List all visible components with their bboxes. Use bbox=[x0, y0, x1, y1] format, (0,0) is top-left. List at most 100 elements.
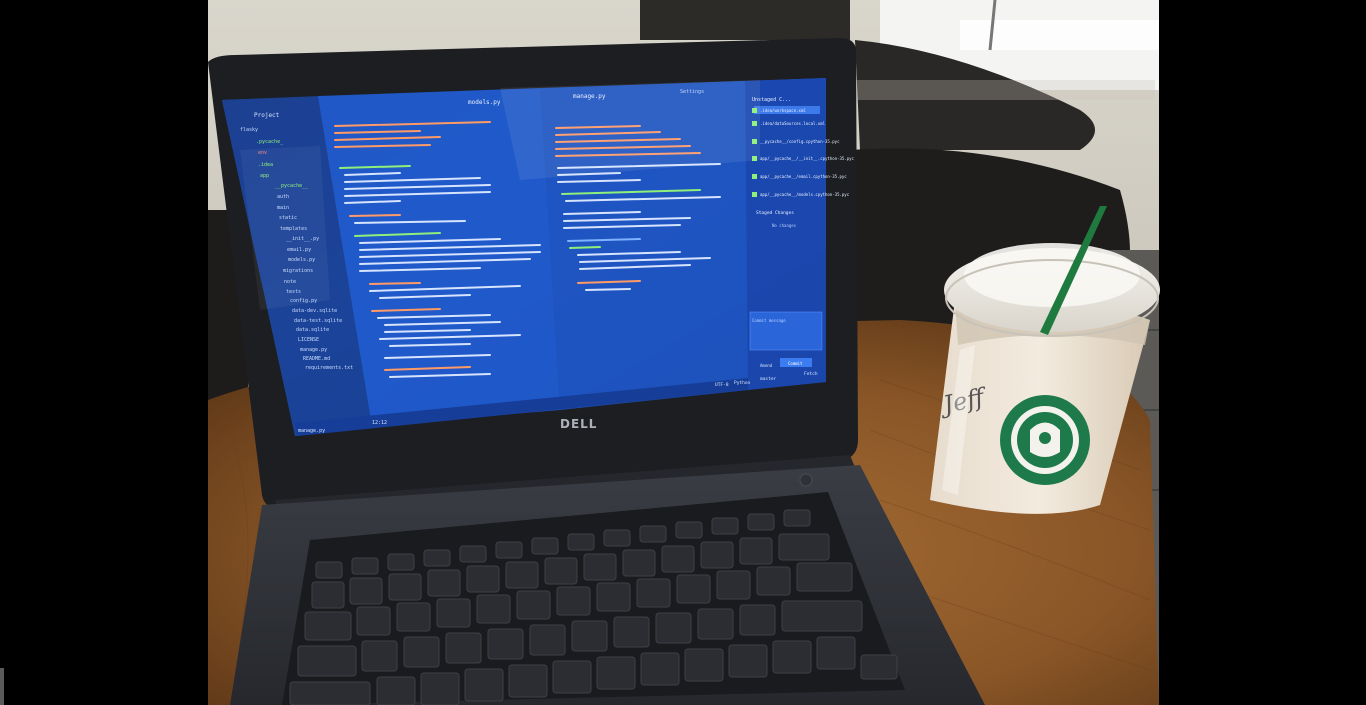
key[interactable] bbox=[756, 566, 791, 596]
key[interactable] bbox=[716, 570, 751, 600]
key[interactable] bbox=[571, 620, 608, 652]
key[interactable] bbox=[816, 636, 856, 670]
key[interactable] bbox=[315, 561, 343, 579]
key[interactable] bbox=[739, 537, 773, 565]
key[interactable] bbox=[675, 521, 703, 539]
file-icon bbox=[752, 192, 757, 197]
right-black-bar bbox=[1159, 0, 1366, 705]
key[interactable] bbox=[495, 541, 523, 559]
key[interactable] bbox=[613, 616, 650, 648]
key[interactable] bbox=[622, 549, 656, 577]
key[interactable] bbox=[436, 598, 471, 628]
key[interactable] bbox=[420, 672, 460, 705]
key[interactable] bbox=[387, 553, 415, 571]
key[interactable] bbox=[747, 513, 775, 531]
key[interactable] bbox=[596, 656, 636, 690]
key[interactable] bbox=[487, 628, 524, 660]
photo: Project flasky .pycache_ env .idea app _… bbox=[0, 0, 1366, 705]
tab-models[interactable]: models.py bbox=[468, 99, 501, 106]
dell-logo: DELL bbox=[560, 417, 597, 431]
key[interactable] bbox=[728, 644, 768, 678]
git-file[interactable]: app/__pycache__/email.cpython-35.pyc bbox=[760, 174, 847, 179]
commit-button-label: Commit bbox=[788, 361, 803, 366]
file-icon bbox=[752, 174, 757, 179]
key[interactable] bbox=[304, 611, 352, 641]
key[interactable] bbox=[552, 660, 592, 694]
tree-item: manage.py bbox=[300, 347, 327, 353]
key[interactable] bbox=[531, 537, 559, 555]
key[interactable] bbox=[361, 640, 398, 672]
tree-item: requirements.txt bbox=[305, 365, 353, 371]
key[interactable] bbox=[466, 565, 500, 593]
key[interactable] bbox=[403, 636, 440, 668]
key[interactable] bbox=[427, 569, 461, 597]
left-edge-strip bbox=[0, 668, 4, 705]
git-file[interactable]: app/__pycache__/__init__.cpython-35.pyc bbox=[760, 156, 855, 161]
key[interactable] bbox=[639, 525, 667, 543]
git-file[interactable]: .idea/dataSources.local.xml bbox=[760, 121, 826, 126]
tree-item: .pycache_ bbox=[256, 139, 284, 145]
key[interactable] bbox=[739, 604, 776, 636]
tree-item: README.md bbox=[303, 356, 330, 362]
key[interactable] bbox=[445, 632, 482, 664]
key[interactable] bbox=[423, 549, 451, 567]
key[interactable] bbox=[297, 645, 357, 677]
key[interactable] bbox=[772, 640, 812, 674]
key[interactable] bbox=[556, 586, 591, 616]
key[interactable] bbox=[349, 577, 383, 605]
key[interactable] bbox=[596, 582, 631, 612]
key[interactable] bbox=[476, 594, 511, 624]
tree-item: flasky bbox=[240, 127, 258, 133]
cup-lid-dome bbox=[964, 243, 1140, 307]
key[interactable] bbox=[700, 541, 734, 569]
git-file[interactable]: .idea/workspace.xml bbox=[760, 108, 806, 113]
left-black-bar bbox=[0, 0, 208, 705]
key[interactable] bbox=[603, 529, 631, 547]
tree-item: data-dev.sqlite bbox=[292, 308, 337, 314]
key[interactable] bbox=[860, 654, 898, 680]
status-file: manage.py bbox=[298, 428, 325, 434]
status-encoding: UTF-8 bbox=[715, 382, 729, 388]
key[interactable] bbox=[783, 509, 811, 527]
key[interactable] bbox=[508, 664, 548, 698]
key[interactable] bbox=[781, 600, 863, 632]
key[interactable] bbox=[778, 533, 830, 561]
key[interactable] bbox=[376, 676, 416, 705]
key[interactable] bbox=[516, 590, 551, 620]
key[interactable] bbox=[583, 553, 617, 581]
key[interactable] bbox=[289, 681, 371, 705]
key[interactable] bbox=[464, 668, 504, 702]
key[interactable] bbox=[567, 533, 595, 551]
key[interactable] bbox=[684, 648, 724, 682]
key[interactable] bbox=[655, 612, 692, 644]
key[interactable] bbox=[661, 545, 695, 573]
status-fetch[interactable]: Fetch bbox=[804, 371, 818, 377]
key[interactable] bbox=[459, 545, 487, 563]
key[interactable] bbox=[636, 578, 671, 608]
status-language: Python bbox=[734, 380, 751, 386]
key[interactable] bbox=[796, 562, 853, 592]
tree-item: data.sqlite bbox=[296, 327, 329, 333]
status-cursor-pos: 12:12 bbox=[372, 420, 387, 426]
key[interactable] bbox=[505, 561, 539, 589]
commit-message-placeholder: Commit message bbox=[752, 318, 786, 323]
key[interactable] bbox=[388, 573, 422, 601]
git-file[interactable]: app/__pycache__/models.cpython-35.pyc bbox=[760, 192, 850, 197]
key[interactable] bbox=[351, 557, 379, 575]
key[interactable] bbox=[640, 652, 680, 686]
status-branch: master bbox=[760, 376, 777, 382]
power-button[interactable] bbox=[799, 473, 813, 487]
key[interactable] bbox=[697, 608, 734, 640]
tree-item: LICENSE bbox=[298, 337, 319, 343]
key[interactable] bbox=[529, 624, 566, 656]
key[interactable] bbox=[396, 602, 431, 632]
key[interactable] bbox=[676, 574, 711, 604]
key[interactable] bbox=[544, 557, 578, 585]
key[interactable] bbox=[711, 517, 739, 535]
git-file[interactable]: __pycache__/config.cpython-35.pyc bbox=[760, 139, 840, 144]
tree-item: data-test.sqlite bbox=[294, 318, 342, 324]
key[interactable] bbox=[356, 606, 391, 636]
staged-changes-label: Staged Changes bbox=[756, 210, 794, 216]
amend-label[interactable]: Amend bbox=[760, 363, 773, 368]
key[interactable] bbox=[311, 581, 345, 609]
